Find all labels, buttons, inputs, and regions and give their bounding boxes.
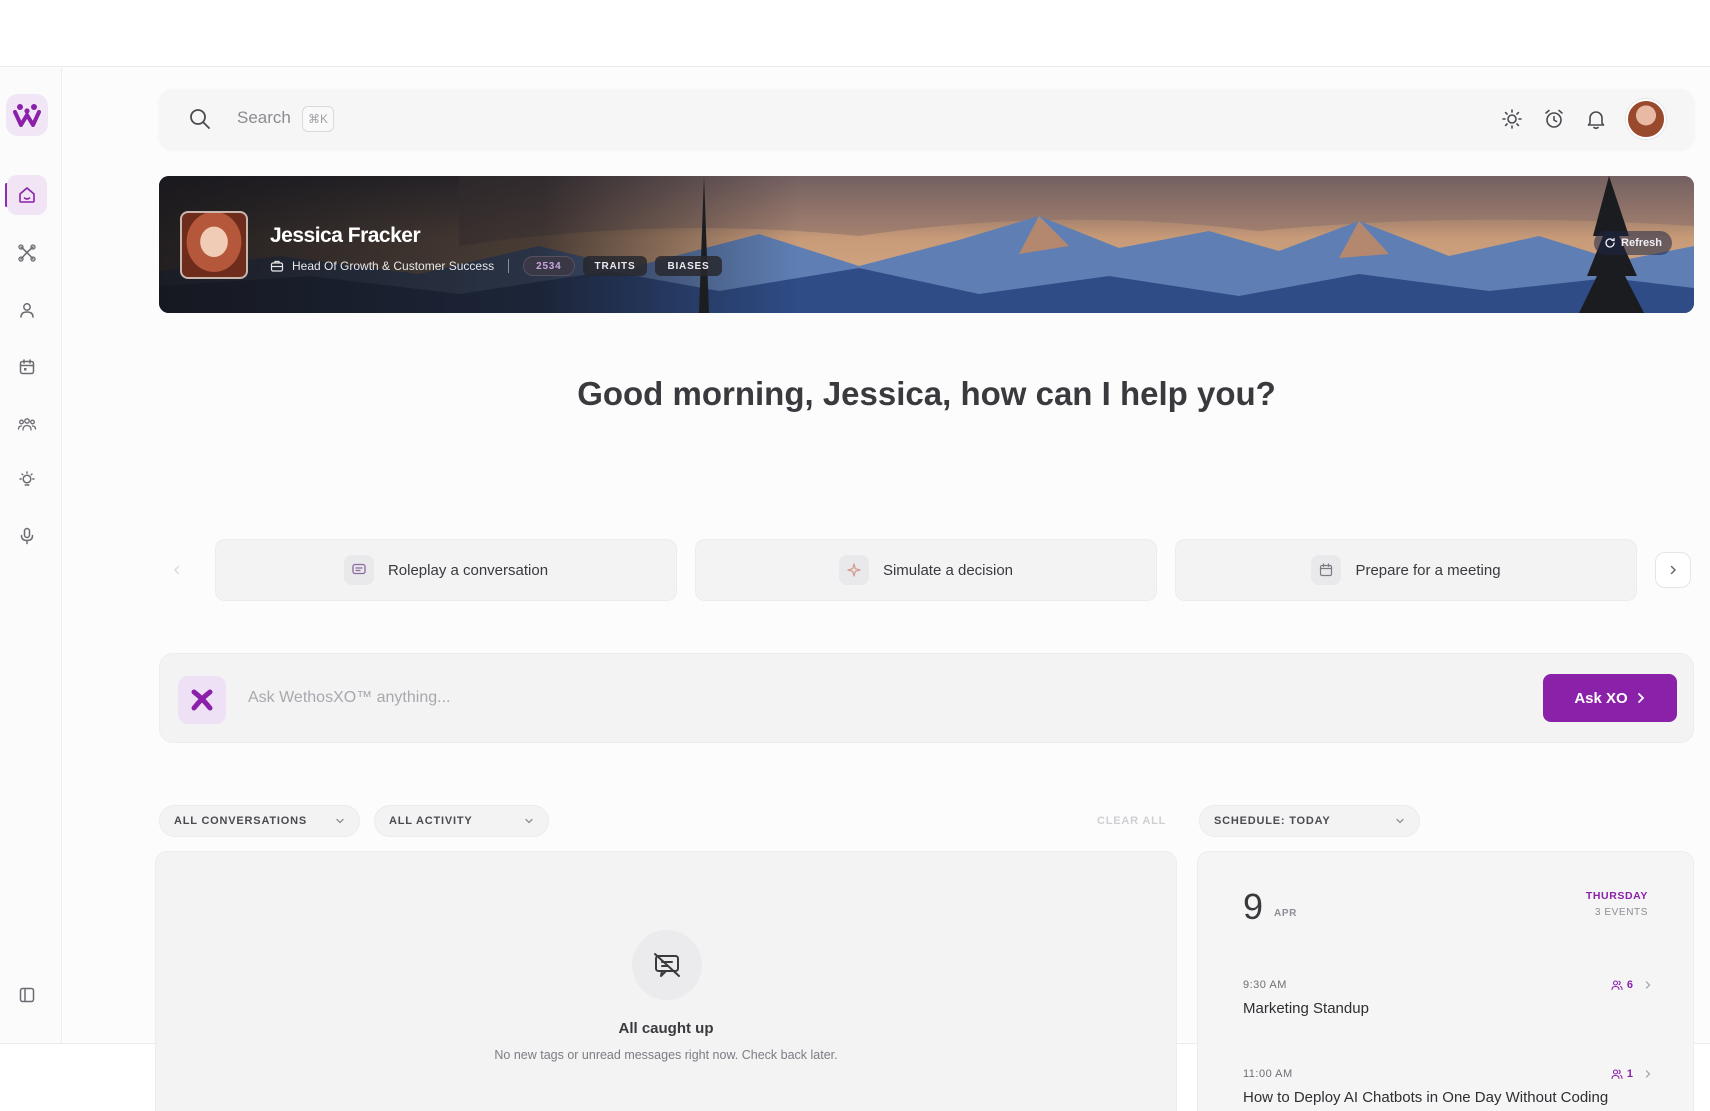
team-icon (17, 418, 37, 431)
schedule-panel: 9 APR THURSDAY 3 EVENTS 9:30 AM Marketin… (1197, 851, 1694, 1111)
clear-all-button[interactable]: CLEAR ALL (1097, 815, 1166, 827)
sidebar (0, 67, 62, 1043)
schedule-filter-label: SCHEDULE: TODAY (1214, 815, 1331, 827)
empty-state-subtitle: No new tags or unread messages right now… (494, 1048, 838, 1062)
avatar[interactable] (1626, 99, 1666, 139)
event-title: Marketing Standup (1243, 1000, 1369, 1017)
theme-toggle-button[interactable] (1500, 107, 1524, 131)
sparkle-icon (838, 555, 869, 585)
sidebar-item-home[interactable] (7, 175, 47, 215)
sun-icon (1502, 109, 1522, 129)
chevron-right-icon (1645, 1070, 1651, 1078)
calendar-icon (19, 359, 35, 375)
activity-filter-dropdown[interactable]: ALL ACTIVITY (374, 805, 549, 837)
sidebar-item-profile[interactable] (7, 290, 47, 330)
wethos-logo-icon[interactable] (6, 94, 48, 136)
attendees-icon (1611, 980, 1623, 991)
alarm-icon (1545, 109, 1563, 128)
refresh-icon (1605, 237, 1615, 248)
conversations-filter-dropdown[interactable]: ALL CONVERSATIONS (159, 805, 360, 837)
chevron-down-icon (525, 818, 533, 824)
microphone-icon (20, 527, 34, 545)
search-input[interactable]: Search (237, 108, 291, 128)
suggestion-prepare-meeting[interactable]: Prepare for a meeting (1175, 539, 1637, 601)
event-time: 9:30 AM (1243, 979, 1287, 991)
chevron-right-icon (1670, 565, 1677, 575)
schedule-weekday: THURSDAY (1585, 890, 1648, 902)
activity-filter-label: ALL ACTIVITY (389, 815, 473, 827)
ask-xo-label: Ask XO (1574, 689, 1628, 707)
suggestions-next-button[interactable] (1655, 552, 1691, 588)
schedule-event[interactable]: 11:00 AM How to Deploy AI Chatbots in On… (1243, 1068, 1653, 1106)
briefcase-icon (270, 260, 284, 272)
suggestion-simulate[interactable]: Simulate a decision (695, 539, 1157, 601)
suggestion-label: Simulate a decision (882, 561, 1014, 579)
suggestions-prev-button[interactable] (159, 552, 195, 588)
top-bar: Search ⌘K (159, 89, 1694, 149)
empty-state-title: All caught up (618, 1020, 714, 1037)
profile-photo (180, 211, 248, 279)
greeting-heading: Good morning, Jessica, how can I help yo… (577, 375, 1276, 412)
ask-bar: Ask WethosXO™ anything... Ask XO (159, 653, 1694, 743)
attendee-count-value: 1 (1626, 1068, 1633, 1080)
xo-icon (18, 244, 36, 262)
suggestion-roleplay[interactable]: Roleplay a conversation (215, 539, 677, 601)
user-icon (20, 303, 34, 318)
profile-meta: Head Of Growth & Customer Success 2534 T… (270, 256, 722, 276)
ask-input[interactable]: Ask WethosXO™ anything... (248, 689, 450, 707)
suggestion-label: Prepare for a meeting (1355, 561, 1501, 579)
conversations-panel: All caught up No new tags or unread mess… (155, 851, 1177, 1111)
chat-icon (343, 555, 374, 585)
sidebar-toggle-icon (19, 987, 35, 1003)
search-icon[interactable] (189, 108, 211, 130)
sidebar-item-insights[interactable] (7, 460, 47, 500)
sidebar-item-team[interactable] (7, 404, 47, 444)
schedule-event[interactable]: 9:30 AM Marketing Standup 6 (1243, 979, 1653, 1017)
divider (508, 259, 510, 273)
schedule-day: 9 (1243, 886, 1264, 927)
event-meta: 6 (1611, 979, 1653, 991)
profile-role: Head Of Growth & Customer Success (292, 259, 495, 273)
event-time: 11:00 AM (1243, 1068, 1293, 1080)
schedule-filter-dropdown[interactable]: SCHEDULE: TODAY (1199, 805, 1420, 837)
banner-overlay (159, 176, 799, 313)
calendar-icon (1311, 555, 1342, 585)
ask-xo-button[interactable]: Ask XO (1543, 674, 1677, 722)
notifications-button[interactable] (1584, 107, 1608, 131)
chevron-right-icon (1637, 693, 1644, 703)
refresh-button[interactable]: Refresh (1594, 231, 1672, 255)
sidebar-item-calendar[interactable] (7, 347, 47, 387)
conversations-filter-label: ALL CONVERSATIONS (174, 815, 307, 827)
chevron-left-icon (173, 565, 180, 575)
no-messages-icon (632, 930, 702, 1000)
score-badge[interactable]: 2534 (523, 256, 575, 276)
reminders-button[interactable] (1542, 107, 1566, 131)
sidebar-item-xo[interactable] (7, 233, 47, 273)
search-shortcut-badge: ⌘K (302, 106, 334, 132)
sidebar-item-voice[interactable] (7, 516, 47, 556)
lightbulb-icon (19, 471, 35, 486)
suggestion-label: Roleplay a conversation (387, 561, 549, 579)
chevron-down-icon (336, 818, 344, 824)
event-meta: 1 (1611, 1068, 1653, 1080)
schedule-month: APR (1274, 908, 1297, 919)
sidebar-toggle-button[interactable] (7, 975, 47, 1015)
schedule-event-count: 3 EVENTS (1594, 907, 1648, 918)
traits-button[interactable]: TRAITS (582, 256, 648, 276)
home-icon (19, 187, 35, 203)
biases-button[interactable]: BIASES (655, 256, 722, 276)
attendee-count-value: 6 (1626, 979, 1633, 991)
app-window: Search ⌘K Jessica Fracker Head Of Growth… (0, 66, 1710, 1111)
profile-banner: Jessica Fracker Head Of Growth & Custome… (159, 176, 1694, 313)
profile-name: Jessica Fracker (270, 224, 421, 247)
attendee-count: 6 (1611, 979, 1633, 991)
chevron-right-icon (1645, 981, 1651, 989)
bell-icon (1587, 111, 1605, 130)
refresh-label: Refresh (1621, 237, 1662, 249)
event-title: How to Deploy AI Chatbots in One Day Wit… (1243, 1089, 1609, 1106)
attendee-count: 1 (1611, 1068, 1633, 1080)
chevron-down-icon (1396, 818, 1404, 824)
attendees-icon (1611, 1069, 1623, 1080)
xo-logo-icon (178, 676, 226, 724)
